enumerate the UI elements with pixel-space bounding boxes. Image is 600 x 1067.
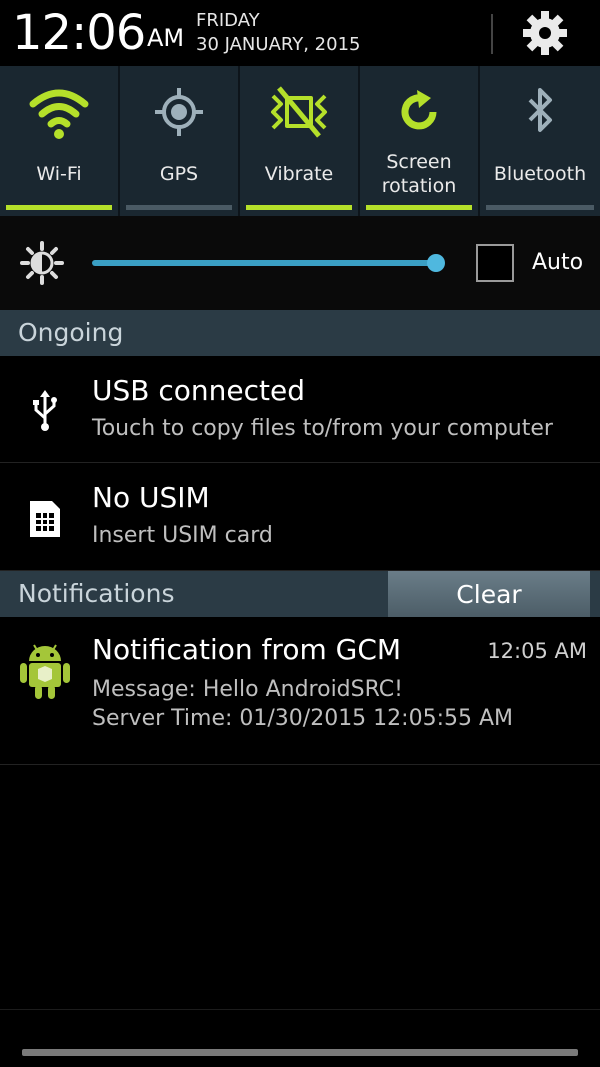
toggle-gps-indicator xyxy=(126,205,232,210)
toggle-bluetooth[interactable]: Bluetooth xyxy=(480,66,600,216)
toggle-gps-label: GPS xyxy=(159,163,199,185)
toggle-screen-rotation[interactable]: Screen rotation xyxy=(360,66,480,216)
usb-subtitle: Touch to copy files to/from your compute… xyxy=(92,416,553,441)
notification-usb-connected[interactable]: USB connected Touch to copy files to/fro… xyxy=(0,356,600,463)
usim-title: No USIM xyxy=(92,481,210,514)
android-icon xyxy=(20,644,70,699)
usb-title: USB connected xyxy=(92,374,305,407)
rotation-icon xyxy=(401,90,437,130)
auto-brightness-checkbox[interactable] xyxy=(476,244,514,282)
quick-settings-toggles: Wi-Fi GPS Vibrate Screen rotation Blueto… xyxy=(0,66,600,216)
clear-button[interactable]: Clear xyxy=(388,571,590,617)
gear-icon[interactable] xyxy=(520,8,570,58)
gcm-message: Message: Hello AndroidSRC! xyxy=(92,677,403,702)
day-name: FRIDAY xyxy=(196,10,260,31)
usb-icon xyxy=(33,390,57,431)
ongoing-title: Ongoing xyxy=(18,318,124,347)
brightness-icon xyxy=(20,241,64,285)
vibrate-icon xyxy=(271,86,327,138)
auto-brightness-label: Auto xyxy=(532,250,584,275)
brightness-slider-thumb[interactable] xyxy=(427,254,445,272)
toggle-wifi-label: Wi-Fi xyxy=(36,163,82,185)
sim-card-icon xyxy=(30,501,60,537)
gps-icon xyxy=(155,88,203,136)
toggle-wifi[interactable]: Wi-Fi xyxy=(0,66,120,216)
date-text: 30 JANUARY, 2015 xyxy=(196,34,361,55)
toggle-vibrate[interactable]: Vibrate xyxy=(240,66,360,216)
brightness-slider-track[interactable] xyxy=(92,260,436,266)
clock-ampm: AM xyxy=(147,24,185,52)
notification-no-usim[interactable]: No USIM Insert USIM card xyxy=(0,463,600,571)
notification-gcm[interactable]: Notification from GCM 12:05 AM Message: … xyxy=(0,617,600,765)
clock-time: 12:06 xyxy=(12,5,146,61)
brightness-row: Auto xyxy=(0,216,600,310)
wifi-icon xyxy=(29,89,89,139)
toggle-vibrate-indicator xyxy=(246,205,352,210)
toggle-bluetooth-indicator xyxy=(486,205,594,210)
panel-drag-handle[interactable] xyxy=(22,1049,578,1056)
toggle-vibrate-label: Vibrate xyxy=(264,163,334,185)
panel-bottom-divider xyxy=(0,1009,600,1010)
ongoing-section-header: Ongoing xyxy=(0,310,600,356)
notifications-section-header: Notifications Clear xyxy=(0,571,600,617)
bluetooth-icon xyxy=(528,88,552,132)
notifications-title: Notifications xyxy=(18,579,175,608)
toggle-wifi-indicator xyxy=(6,205,112,210)
gcm-server-time: Server Time: 01/30/2015 12:05:55 AM xyxy=(92,706,514,731)
toggle-gps[interactable]: GPS xyxy=(120,66,240,216)
status-header: 12:06 AM FRIDAY 30 JANUARY, 2015 xyxy=(0,0,600,66)
toggle-bluetooth-label: Bluetooth xyxy=(493,163,587,185)
gcm-title: Notification from GCM xyxy=(92,633,402,666)
usim-subtitle: Insert USIM card xyxy=(92,523,273,548)
gcm-time: 12:05 AM xyxy=(487,639,587,663)
header-divider xyxy=(491,14,493,54)
toggle-rotation-indicator xyxy=(366,205,472,210)
toggle-rotation-label: Screen rotation xyxy=(381,151,457,197)
